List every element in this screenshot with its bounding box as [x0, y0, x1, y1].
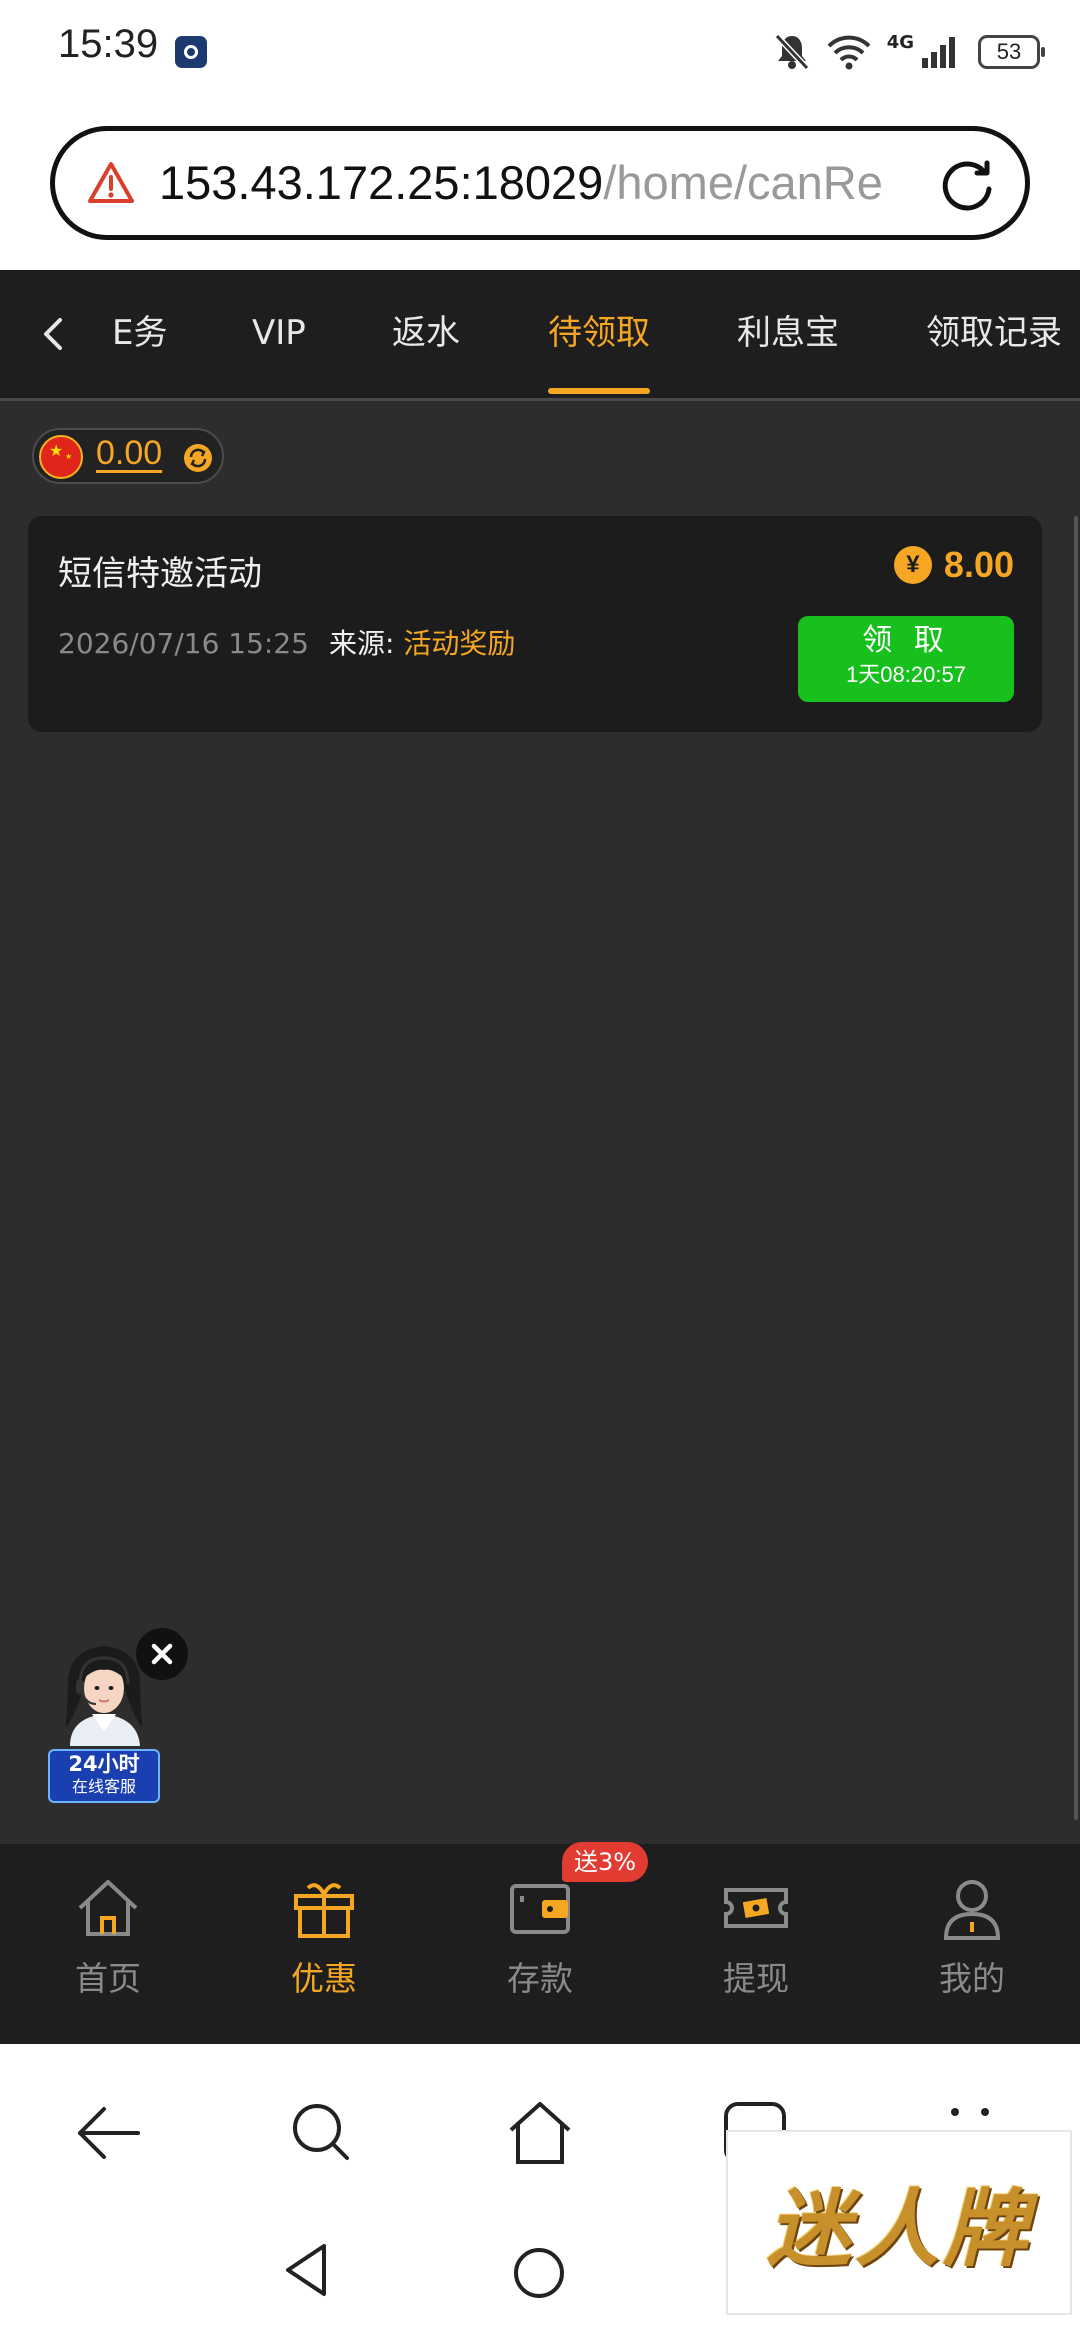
refresh-icon[interactable] [182, 442, 214, 474]
browser-toolbar: 153.43.172.25:18029/home/canRe [0, 110, 1080, 270]
china-flag-icon: ★ ★ [39, 435, 83, 479]
claim-button[interactable]: 领 取 1天08:20:57 [798, 616, 1014, 702]
tab-tasks[interactable]: E务 [112, 310, 167, 356]
nav-promotions[interactable]: 优惠 [224, 1872, 424, 2012]
nav-promotions-label: 优惠 [291, 1959, 357, 1998]
close-icon[interactable] [136, 1628, 188, 1680]
watermark-logo: 迷人牌 [766, 2179, 1031, 2278]
nav-profile-label: 我的 [939, 1959, 1005, 1998]
support-badge: 24小时 在线客服 [48, 1749, 160, 1803]
gift-icon [294, 1883, 354, 1938]
reward-date: 2026/07/16 15:25 [58, 627, 309, 660]
claim-label: 领 取 [862, 623, 950, 658]
status-time: 15:39 [58, 22, 159, 66]
reward-meta: 2026/07/16 15:25 来源: 活动奖励 [58, 622, 515, 662]
user-icon [943, 1880, 1001, 1940]
balance-chip[interactable]: ★ ★ 0.00 [32, 428, 224, 484]
arrow-back-icon[interactable] [74, 2098, 144, 2168]
wallet-icon [510, 1884, 570, 1934]
coin-icon: ¥ [893, 546, 932, 584]
system-home-icon[interactable] [514, 2248, 564, 2298]
battery-icon: 53 [978, 35, 1045, 69]
home-icon [78, 1880, 138, 1936]
reward-source-value: 活动奖励 [403, 627, 516, 660]
chevron-left-icon[interactable] [34, 314, 74, 354]
watermark: 迷人牌 [726, 2130, 1072, 2315]
warning-icon[interactable] [87, 159, 135, 207]
reward-title: 短信特邀活动 [58, 554, 262, 594]
url-host: 153.43.172.25:18029 [159, 156, 604, 209]
url-path: /home/canRe [603, 156, 883, 209]
nav-deposit[interactable]: 存款 [440, 1872, 640, 2012]
tab-vip[interactable]: VIP [252, 310, 306, 356]
bottom-navigation: 首页 优惠 存款 提现 我的 [0, 1844, 1080, 2044]
tab-claim-history[interactable]: 领取记录 [926, 310, 1062, 356]
nav-deposit-label: 存款 [507, 1959, 573, 1998]
reward-card: 短信特邀活动 ¥ 8.00 2026/07/16 15:25 来源: 活动奖励 领… [28, 516, 1042, 732]
claim-countdown: 1天08:20:57 [846, 662, 966, 687]
tab-pending[interactable]: 待领取 [548, 310, 650, 356]
mute-icon [774, 33, 809, 71]
scrollbar[interactable] [1074, 516, 1078, 1820]
deposit-promo-badge: 送3% [562, 1842, 649, 1882]
url-text[interactable]: 153.43.172.25:18029/home/canRe [159, 153, 949, 213]
app-icon [175, 36, 207, 68]
home-outline-icon[interactable] [505, 2098, 575, 2168]
nav-profile[interactable]: 我的 [872, 1872, 1072, 2012]
reload-icon[interactable] [935, 153, 999, 217]
reward-amount: ¥ 8.00 [893, 544, 1014, 586]
nav-withdraw[interactable]: 提现 [656, 1872, 856, 2012]
support-line2: 在线客服 [71, 1777, 136, 1796]
nav-withdraw-label: 提现 [723, 1959, 789, 1998]
reward-source-label: 来源: [328, 627, 395, 660]
cash-icon [724, 1888, 788, 1928]
search-icon[interactable] [287, 2098, 357, 2168]
status-icons: 4G 53 [773, 30, 1045, 74]
category-tabs: E务 VIP 返水 待领取 利息宝 领取记录 [0, 270, 1080, 401]
signal-icon [922, 37, 955, 68]
tab-rebate[interactable]: 返水 [392, 310, 460, 356]
balance-value: 0.00 [96, 434, 163, 472]
nav-home-label: 首页 [75, 1959, 141, 1998]
network-type: 4G [886, 32, 914, 53]
system-back-icon[interactable] [282, 2240, 332, 2300]
nav-home[interactable]: 首页 [8, 1872, 208, 2012]
active-tab-indicator [548, 388, 650, 394]
status-bar: 15:39 4G 53 [0, 0, 1080, 110]
wifi-icon [827, 35, 871, 70]
tab-interest[interactable]: 利息宝 [737, 310, 839, 356]
address-bar[interactable]: 153.43.172.25:18029/home/canRe [50, 126, 1030, 240]
support-line1: 24小时 [68, 1752, 140, 1776]
reward-amount-value: 8.00 [943, 544, 1014, 585]
